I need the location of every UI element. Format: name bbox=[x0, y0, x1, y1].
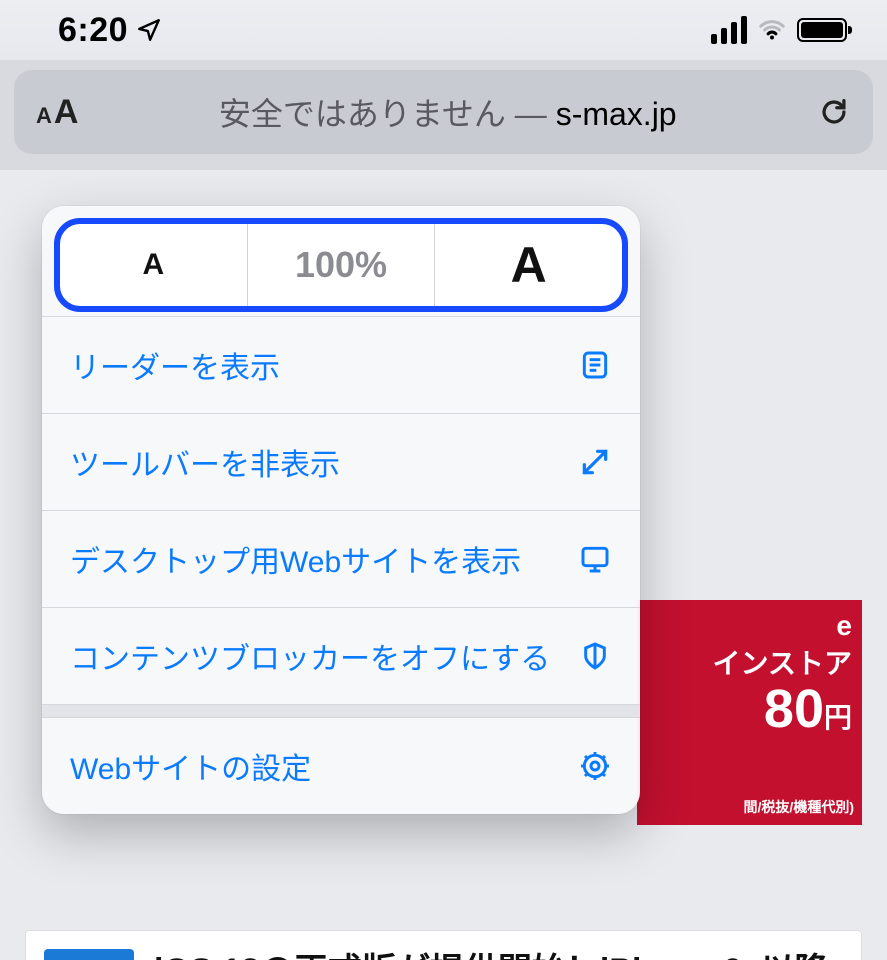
status-bar: 6:20 bbox=[0, 0, 887, 60]
security-text: 安全ではありません bbox=[219, 96, 506, 132]
menu-label: リーダーを表示 bbox=[70, 343, 280, 387]
menu-item-content-blocker[interactable]: コンテンツブロッカーをオフにする bbox=[42, 608, 640, 704]
aa-large: A bbox=[54, 93, 79, 132]
zoom-increase-button[interactable]: A bbox=[435, 224, 622, 306]
desktop-icon bbox=[578, 542, 612, 576]
location-arrow-icon bbox=[136, 17, 162, 43]
menu-item-hide-toolbar[interactable]: ツールバーを非表示 bbox=[42, 414, 640, 510]
zoom-decrease-button[interactable]: A bbox=[60, 224, 247, 306]
cellular-signal-icon bbox=[711, 16, 747, 44]
article-title: iOS 13の正式版が提供開始！iPhone 6s以降やiPod touch（第… bbox=[154, 949, 843, 960]
menu-list: リーダーを表示 ツールバーを非表示 デスクトップ用Webサイトを表示 コンテンツ… bbox=[42, 316, 640, 814]
reload-button[interactable] bbox=[817, 95, 851, 129]
url-display[interactable]: 安全ではありません — s-max.jp bbox=[78, 89, 817, 135]
menu-label: Webサイトの設定 bbox=[70, 744, 311, 788]
battery-icon bbox=[797, 18, 847, 42]
status-time: 6:20 bbox=[58, 11, 128, 50]
aa-small: A bbox=[36, 103, 52, 129]
shield-icon bbox=[578, 639, 612, 673]
menu-item-website-settings[interactable]: Webサイトの設定 bbox=[42, 718, 640, 814]
wifi-icon bbox=[757, 15, 787, 45]
url-bar[interactable]: AA 安全ではありません — s-max.jp bbox=[14, 70, 873, 154]
date-month: 9月 bbox=[44, 949, 134, 960]
reader-icon bbox=[578, 348, 612, 382]
menu-label: コンテンツブロッカーをオフにする bbox=[70, 634, 550, 678]
ad-banner: e インストア 80円 間/税抜/機種代別) bbox=[637, 600, 862, 825]
text-size-button[interactable]: AA bbox=[36, 93, 78, 132]
date-badge: 9月 20 bbox=[44, 949, 134, 960]
zoom-level-button[interactable]: 100% bbox=[248, 224, 435, 306]
url-domain: s-max.jp bbox=[556, 96, 677, 132]
menu-item-reader[interactable]: リーダーを表示 bbox=[42, 317, 640, 413]
page-settings-popover: A 100% A リーダーを表示 ツールバーを非表示 デスクトップ用Webサイト… bbox=[42, 206, 640, 814]
expand-icon bbox=[578, 445, 612, 479]
gear-icon bbox=[578, 749, 612, 783]
zoom-control: A 100% A bbox=[54, 218, 628, 312]
menu-label: ツールバーを非表示 bbox=[70, 440, 340, 484]
article-card[interactable]: 9月 20 iOS 13の正式版が提供開始！iPhone 6s以降やiPod t… bbox=[25, 930, 862, 960]
menu-label: デスクトップ用Webサイトを表示 bbox=[70, 537, 521, 581]
menu-item-desktop-site[interactable]: デスクトップ用Webサイトを表示 bbox=[42, 511, 640, 607]
